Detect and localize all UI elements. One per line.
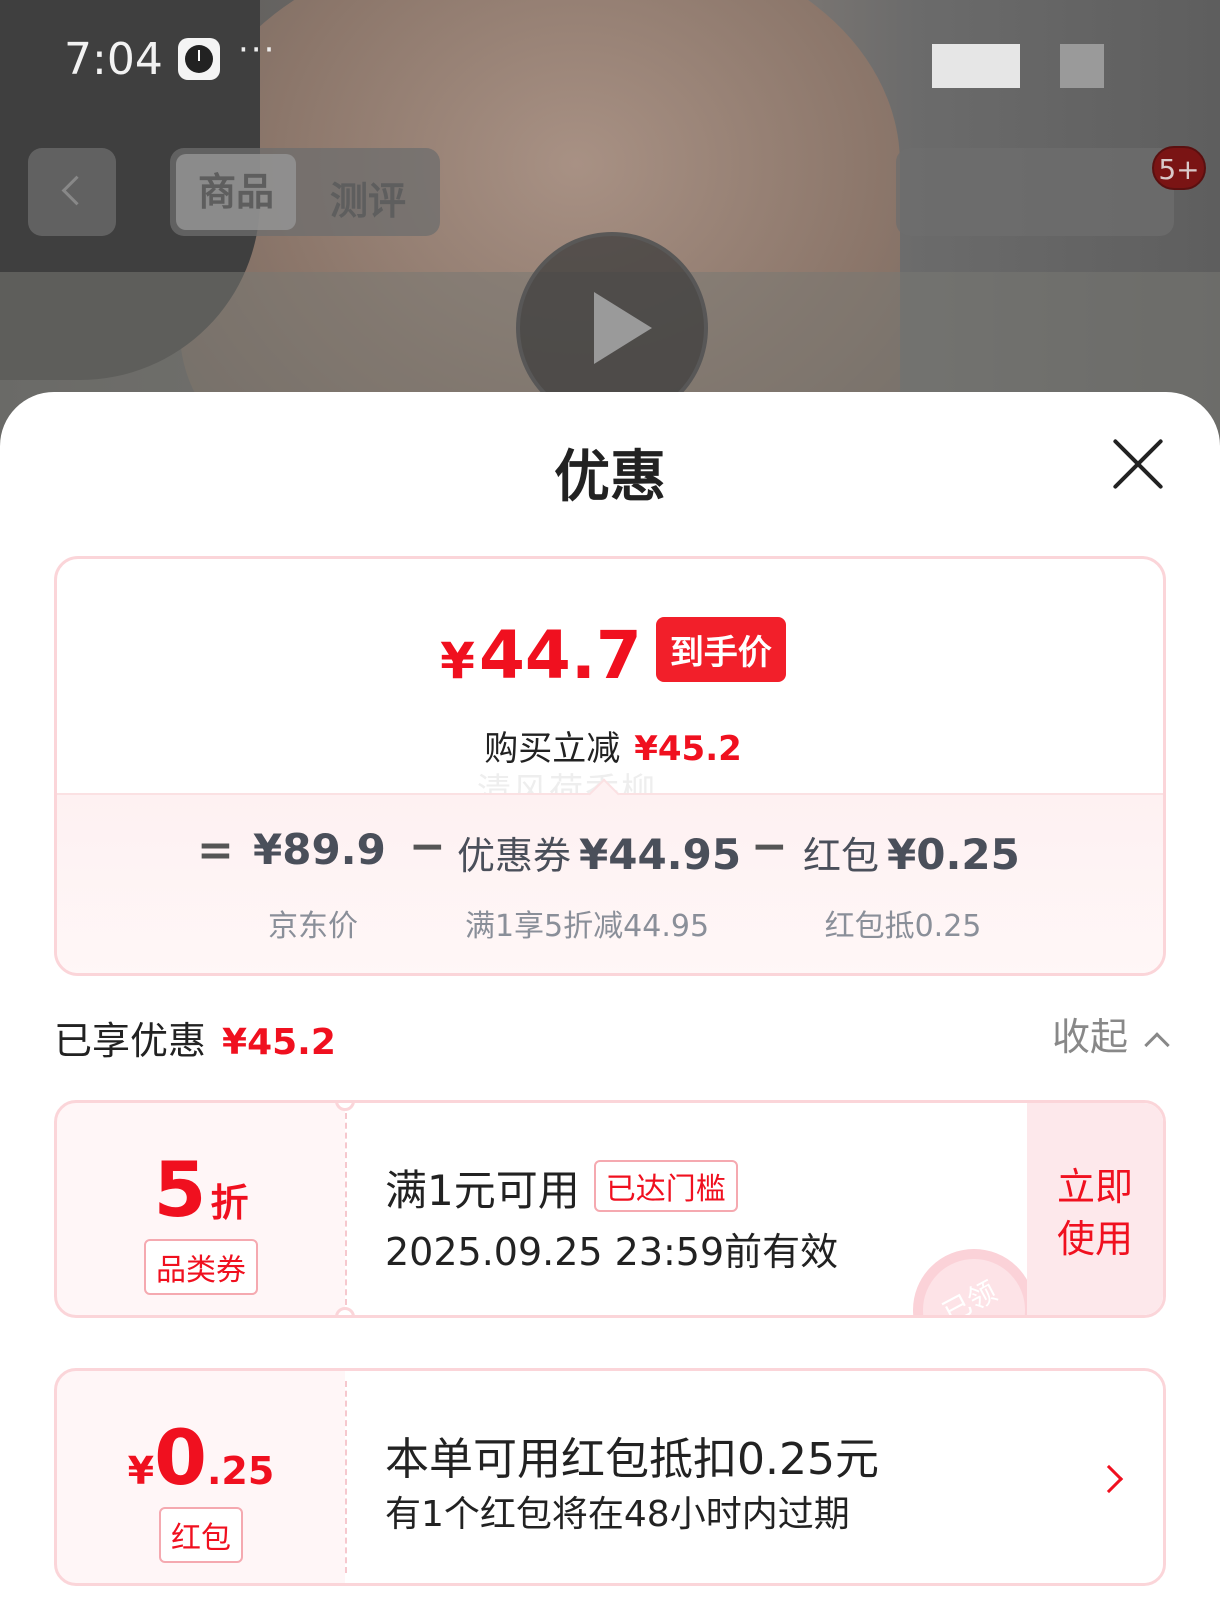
coupon-amount: ¥44.95 [579, 830, 742, 879]
coupon-value-panel: 5折 品类券 [57, 1103, 345, 1315]
jd-price-caption: 京东价 [268, 909, 358, 944]
coupon-expiry: 2025.09.25 23:59前有效 [385, 1230, 839, 1274]
red-packet-type-tag: 红包 [159, 1507, 243, 1563]
equals-sign: = [197, 825, 234, 876]
product-tabs: 商品 测评 [170, 148, 440, 236]
close-icon[interactable] [1108, 434, 1168, 494]
coupon-condition: 满1元可用 已达门槛 [385, 1157, 738, 1218]
cart-count-badge: 5+ [1152, 146, 1206, 190]
coupon-discount: 5折 [57, 1145, 345, 1234]
status-time: 7:04 [64, 34, 163, 85]
coupon-divider [345, 1381, 347, 1573]
enjoyed-discount-amount: ¥45.2 [222, 1022, 336, 1063]
tab-product[interactable]: 商品 [176, 154, 296, 230]
top-right-actions[interactable] [896, 148, 1174, 236]
use-now-line2: 使用 [1056, 1217, 1133, 1261]
red-packet-integer: 0 [154, 1413, 207, 1502]
red-packet-card[interactable]: ¥0.25 红包 本单可用红包抵扣0.25元 有1个红包将在48小时内过期 [54, 1368, 1166, 1586]
tab-review[interactable]: 测评 [330, 170, 406, 225]
red-packet-value: 红包 ¥0.25 [803, 825, 1020, 880]
final-price-value: 44.7 [478, 617, 642, 694]
coupon-label: 优惠券 [457, 834, 572, 878]
price-breakdown: = ¥89.9 − 优惠券 ¥44.95 − 红包 ¥0.25 京东价 满1享5折减… [57, 778, 1163, 973]
red-packet-decimal: .25 [207, 1449, 275, 1493]
coupon-discount-unit: 折 [210, 1181, 249, 1225]
red-packet-expiry-notice: 有1个红包将在48小时内过期 [385, 1494, 850, 1535]
coupon-caption: 满1享5折减44.95 [464, 909, 710, 944]
coupon-value: 优惠券 ¥44.95 [457, 825, 741, 880]
jd-price-amount: ¥89.9 [253, 825, 386, 874]
status-bar: 7:04 ··· [0, 0, 1220, 120]
minus-sign: − [409, 821, 446, 872]
collapse-label: 收起 [1052, 1015, 1129, 1059]
chevron-up-icon [1144, 1032, 1170, 1058]
minus-sign: − [751, 821, 788, 872]
discount-sheet: 优惠 ¥44.7 到手价 购买立减 ¥45.2 清风荷香柳 = ¥89.9 − 优惠… [0, 392, 1220, 1621]
final-price: ¥44.7 [440, 617, 642, 694]
collapse-button[interactable]: 收起 [1052, 1006, 1170, 1061]
red-packet-value-panel: ¥0.25 红包 [57, 1371, 345, 1583]
price-summary-card: ¥44.7 到手价 购买立减 ¥45.2 清风荷香柳 = ¥89.9 − 优惠券 ¥4… [54, 556, 1166, 976]
use-now-panel: 立即 使用 [1027, 1103, 1163, 1315]
coupon-condition-text: 满1元可用 [385, 1166, 580, 1215]
final-price-tag: 到手价 [655, 617, 786, 682]
clock-app-icon [178, 38, 220, 80]
chevron-right-icon[interactable] [1094, 1464, 1124, 1494]
red-packet-caption: 红包抵0.25 [824, 909, 982, 944]
coupon-type-tag: 品类券 [144, 1239, 258, 1295]
back-button[interactable] [28, 148, 116, 236]
red-packet-amount-display: ¥0.25 [57, 1413, 345, 1502]
final-price-row: ¥44.7 到手价 [57, 617, 1163, 694]
red-packet-amount: ¥0.25 [887, 830, 1020, 879]
use-now-line1: 立即 [1056, 1165, 1133, 1209]
more-notifications-icon: ··· [238, 30, 277, 70]
red-packet-details: 本单可用红包抵扣0.25元 有1个红包将在48小时内过期 [345, 1371, 1163, 1583]
use-now-button[interactable]: 立即 使用 [1027, 1161, 1163, 1265]
claimed-stamp-text: 已领 [937, 1274, 1003, 1318]
enjoyed-discount-label: 已享优惠 [54, 1019, 207, 1063]
currency-symbol: ¥ [440, 632, 475, 690]
red-packet-title: 本单可用红包抵扣0.25元 [385, 1434, 879, 1485]
red-packet-currency: ¥ [127, 1449, 155, 1493]
coupon-discount-number: 5 [153, 1145, 207, 1234]
category-coupon-card[interactable]: 5折 品类券 满1元可用 已达门槛 2025.09.25 23:59前有效 已领 … [54, 1100, 1166, 1318]
enjoyed-discount-row: 已享优惠 ¥45.2 [54, 1010, 336, 1065]
threshold-reached-tag: 已达门槛 [593, 1160, 738, 1212]
sheet-title: 优惠 [554, 445, 666, 510]
claimed-stamp: 已领 [913, 1249, 1035, 1318]
red-packet-label: 红包 [803, 834, 880, 878]
coupon-divider [345, 1113, 347, 1305]
jd-price-value: ¥89.9 [253, 825, 386, 874]
coupon-details: 满1元可用 已达门槛 2025.09.25 23:59前有效 已领 立即使用 [345, 1103, 1163, 1315]
